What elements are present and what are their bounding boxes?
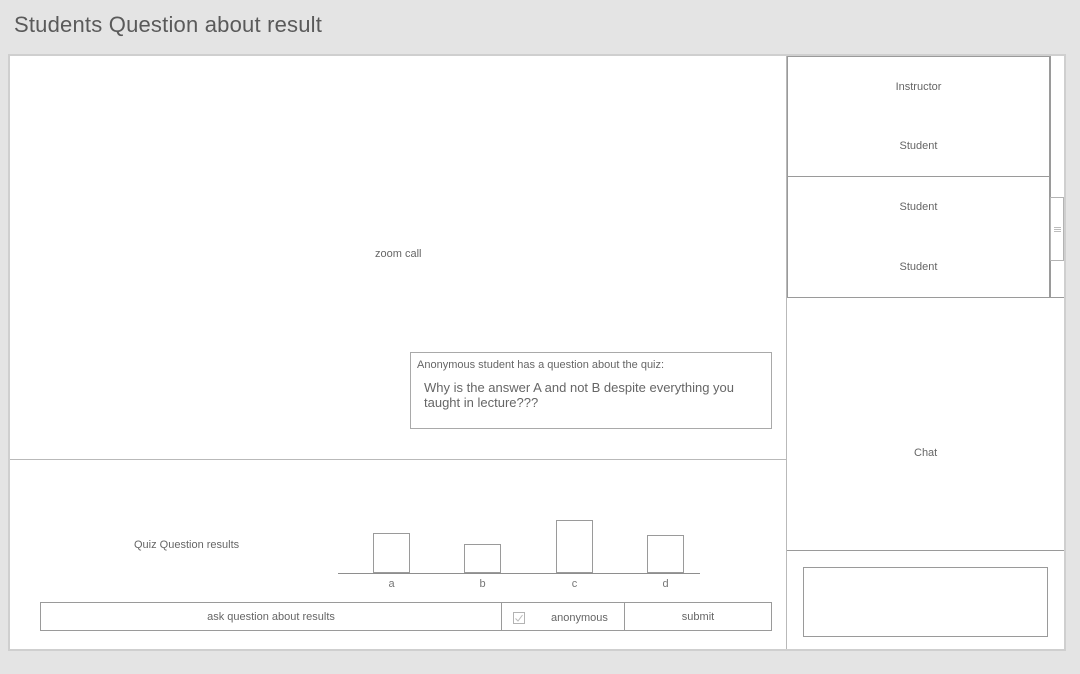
chart-bar-c [556, 520, 593, 573]
anonymous-checkbox[interactable] [513, 612, 525, 624]
chat-label: Chat [914, 447, 938, 459]
chart-tick-label: c [571, 578, 578, 590]
participant-tile-student[interactable]: Student [787, 116, 1050, 177]
scrollbar-thumb[interactable] [1050, 197, 1064, 261]
participant-tile-student[interactable]: Student [787, 237, 1050, 298]
grip-line-icon [1054, 231, 1061, 232]
submit-button[interactable]: submit [624, 602, 772, 631]
participant-tile-instructor[interactable]: Instructor [787, 56, 1050, 117]
chart-tick-label: a [388, 578, 395, 590]
grip-line-icon [1054, 229, 1061, 230]
question-heading: Anonymous student has a question about t… [417, 359, 665, 371]
chart-bar-a [373, 533, 410, 573]
section-divider [10, 459, 787, 460]
chart-bar-d [647, 535, 684, 573]
anonymous-toggle[interactable]: anonymous [501, 602, 625, 631]
question-text: Why is the answer A and not B despite ev… [424, 380, 735, 410]
anonymous-label: anonymous [551, 612, 608, 624]
quiz-results-label: Quiz Question results [134, 539, 240, 551]
chart-tick-label: b [479, 578, 486, 590]
chart-tick-label: d [662, 578, 669, 590]
question-popup: Anonymous student has a question about t… [410, 352, 772, 429]
video-label: zoom call [375, 248, 422, 260]
participant-tile-student[interactable]: Student [787, 177, 1050, 238]
page-title: Students Question about result [14, 12, 323, 37]
chart-axis [338, 573, 700, 574]
check-icon [515, 614, 523, 622]
chat-panel [787, 297, 1064, 551]
ask-question-input[interactable]: ask question about results [40, 602, 502, 631]
grip-line-icon [1054, 227, 1061, 228]
chat-input[interactable] [803, 567, 1048, 637]
chart-bar-b [464, 544, 501, 573]
